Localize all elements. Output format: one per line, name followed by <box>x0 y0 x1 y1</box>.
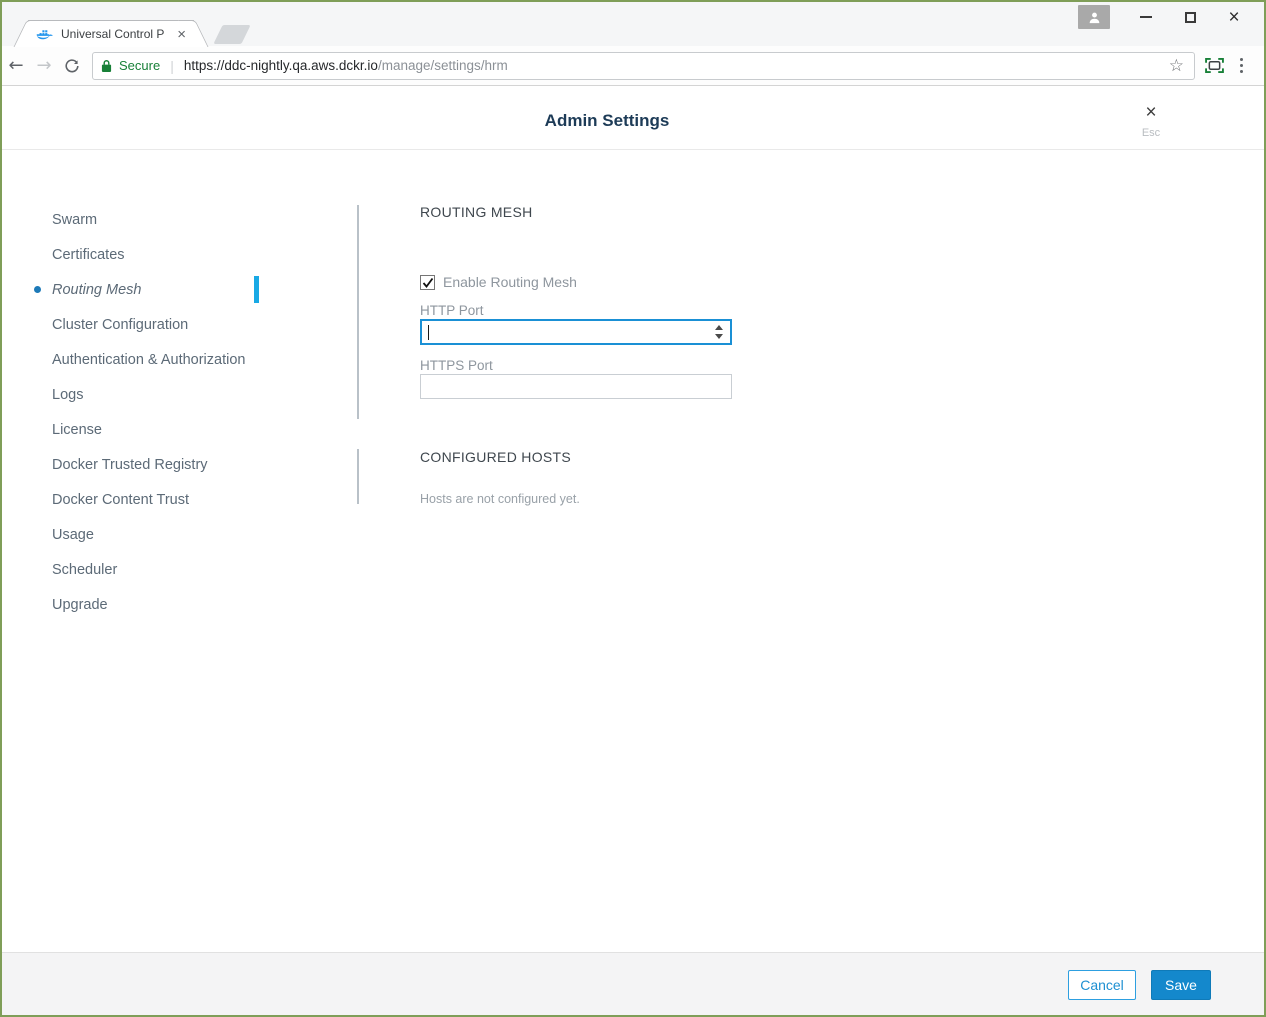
bookmark-star-icon[interactable]: ☆ <box>1167 56 1186 76</box>
sidebar-item-usage[interactable]: Usage <box>52 517 252 552</box>
esc-label: Esc <box>1136 127 1166 139</box>
back-button[interactable]: ← <box>2 55 30 76</box>
http-port-label: HTTP Port <box>420 303 484 318</box>
number-spinner[interactable] <box>715 325 723 339</box>
browser-window: { "browser": { "tab_title": "Universal C… <box>0 0 1266 1017</box>
sidebar-item-certificates[interactable]: Certificates <box>52 237 252 272</box>
sidebar-item-routing-mesh[interactable]: Routing Mesh <box>52 272 252 307</box>
modal-header: Admin Settings × Esc <box>2 87 1264 150</box>
sidebar-item-label: Scheduler <box>52 562 117 578</box>
browser-tab[interactable]: Universal Control Plane × <box>28 20 194 47</box>
window-controls: × <box>1078 2 1256 32</box>
spinner-up-icon <box>715 325 723 330</box>
sidebar-item-scheduler[interactable]: Scheduler <box>52 552 252 587</box>
browser-titlebar: Universal Control Plane × × <box>2 2 1264 46</box>
spinner-down-icon <box>715 334 723 339</box>
active-item-dot <box>34 286 41 293</box>
maximize-button[interactable] <box>1168 3 1212 31</box>
enable-routing-mesh-label: Enable Routing Mesh <box>443 274 577 290</box>
secure-lock-icon <box>101 59 112 73</box>
secure-label[interactable]: Secure <box>119 58 160 73</box>
sidebar-item-label: Cluster Configuration <box>52 317 188 333</box>
sidebar-item-docker-trusted-registry[interactable]: Docker Trusted Registry <box>52 447 252 482</box>
sidebar-item-label: Logs <box>52 387 83 403</box>
enable-routing-mesh-row[interactable]: Enable Routing Mesh <box>420 274 577 290</box>
url-separator: | <box>170 58 174 74</box>
forward-button: → <box>30 55 58 76</box>
sidebar-item-license[interactable]: License <box>52 412 252 447</box>
hosts-empty-message: Hosts are not configured yet. <box>420 492 580 506</box>
url-text[interactable]: https://ddc-nightly.qa.aws.dckr.io/manag… <box>184 58 1160 73</box>
tab-title: Universal Control Plane <box>61 27 165 41</box>
screenshot-extension-icon[interactable] <box>1205 58 1224 73</box>
page-title: Admin Settings <box>545 111 670 131</box>
http-port-input[interactable] <box>420 319 732 345</box>
sidebar-item-label: License <box>52 422 102 438</box>
routing-mesh-heading: ROUTING MESH <box>420 204 533 220</box>
browser-menu-icon[interactable] <box>1236 58 1247 73</box>
sidebar-item-label: Routing Mesh <box>52 282 141 298</box>
browser-toolbar: ← → Secure | https://ddc-nightly.qa.aws.… <box>2 46 1264 86</box>
section-divider <box>357 449 359 504</box>
close-icon[interactable]: × <box>1136 103 1166 122</box>
docker-whale-favicon <box>36 28 53 41</box>
https-port-label: HTTPS Port <box>420 358 493 373</box>
url-bar[interactable]: Secure | https://ddc-nightly.qa.aws.dckr… <box>92 52 1195 80</box>
tab-close-icon[interactable]: × <box>173 27 190 42</box>
sidebar-item-swarm[interactable]: Swarm <box>52 202 252 237</box>
sidebar-item-label: Docker Content Trust <box>52 492 189 508</box>
modal-close-button[interactable]: × Esc <box>1136 103 1166 139</box>
configured-hosts-heading: CONFIGURED HOSTS <box>420 449 571 465</box>
new-tab-button[interactable] <box>213 25 250 44</box>
save-button[interactable]: Save <box>1151 970 1211 1000</box>
sidebar-item-label: Authentication & Authorization <box>52 352 245 368</box>
sidebar-item-label: Usage <box>52 527 94 543</box>
sidebar-item-docker-content-trust[interactable]: Docker Content Trust <box>52 482 252 517</box>
sidebar-item-label: Certificates <box>52 247 125 263</box>
cancel-button[interactable]: Cancel <box>1068 970 1136 1000</box>
close-window-button[interactable]: × <box>1212 3 1256 31</box>
sidebar-item-cluster-configuration[interactable]: Cluster Configuration <box>52 307 252 342</box>
enable-routing-mesh-checkbox[interactable] <box>420 275 435 290</box>
text-caret <box>428 325 429 340</box>
section-divider <box>357 205 359 419</box>
url-host: https://ddc-nightly.qa.aws.dckr.io <box>184 58 378 73</box>
reload-button[interactable] <box>58 58 86 74</box>
sidebar-item-label: Upgrade <box>52 597 108 613</box>
sidebar-item-logs[interactable]: Logs <box>52 377 252 412</box>
sidebar-item-label: Docker Trusted Registry <box>52 457 208 473</box>
profile-icon[interactable] <box>1078 5 1110 29</box>
modal-footer: Cancel Save <box>2 952 1264 1015</box>
sidebar-item-upgrade[interactable]: Upgrade <box>52 587 252 622</box>
url-path: /manage/settings/hrm <box>378 58 508 73</box>
sidebar-item-label: Swarm <box>52 212 97 228</box>
admin-settings-page: Admin Settings × Esc Swarm Certificates Ro… <box>2 87 1264 1015</box>
sidebar-nav: Swarm Certificates Routing Mesh Cluster Con… <box>52 202 252 622</box>
sidebar-item-authentication-authorization[interactable]: Authentication & Authorization <box>52 342 252 377</box>
minimize-button[interactable] <box>1124 3 1168 31</box>
https-port-input[interactable] <box>420 374 732 399</box>
active-item-bar <box>254 276 259 303</box>
toolbar-right <box>1195 58 1259 73</box>
